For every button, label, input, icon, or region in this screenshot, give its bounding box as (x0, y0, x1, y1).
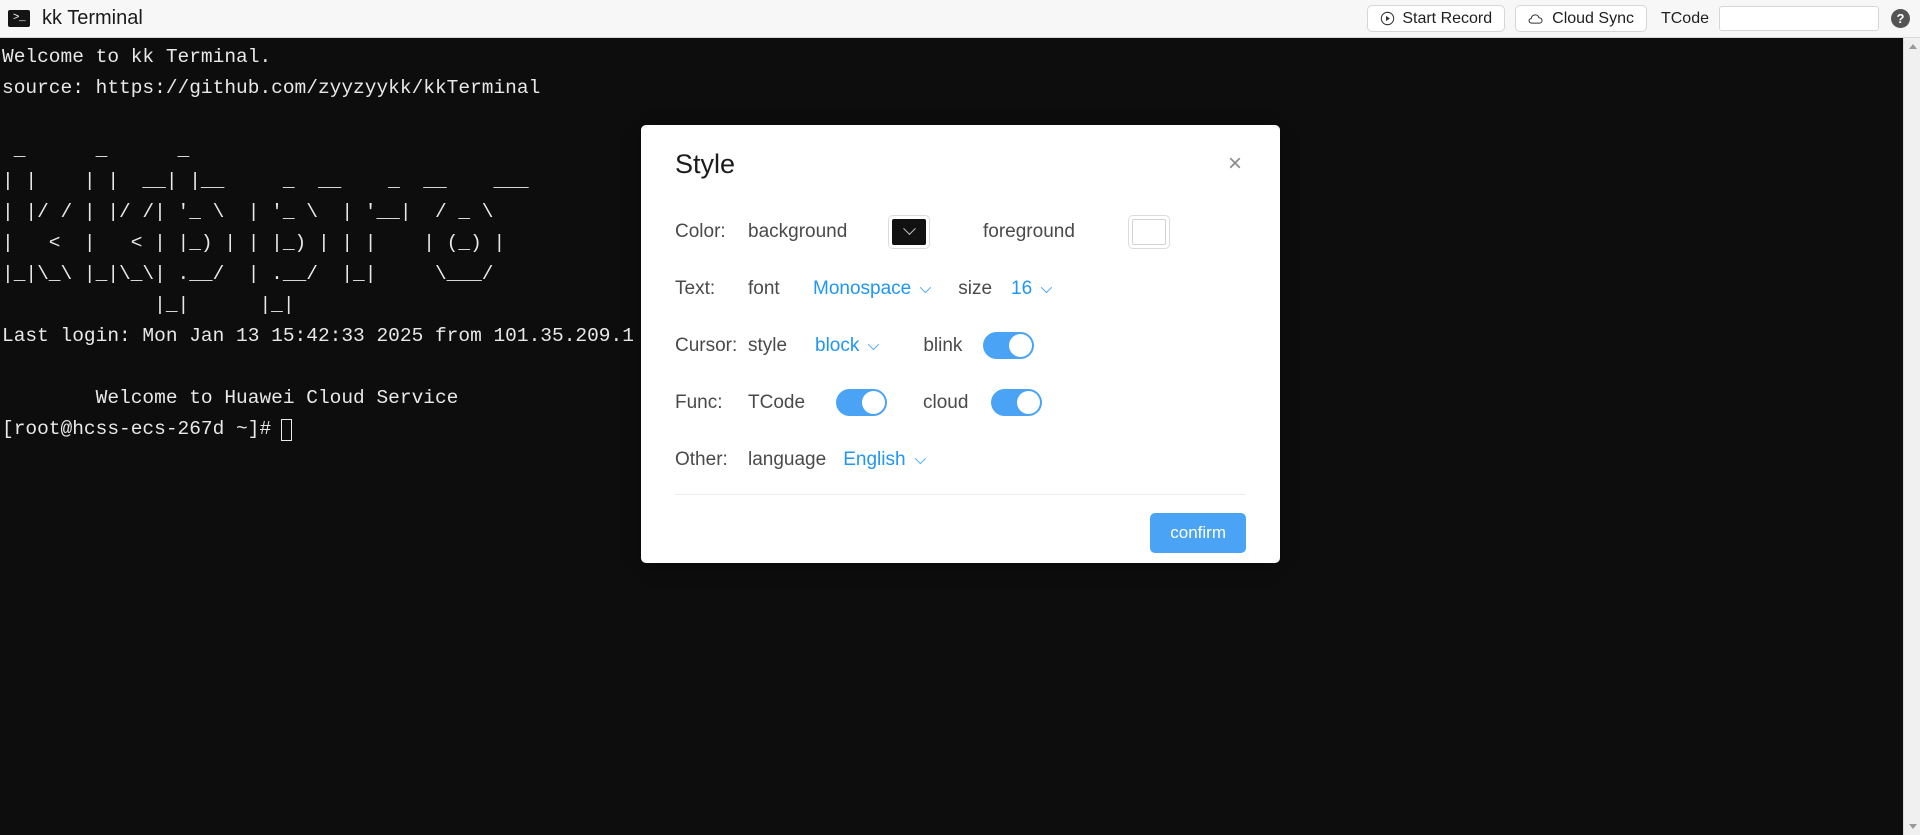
tcode-label: TCode (1660, 9, 1709, 27)
language-value: English (843, 448, 906, 470)
start-record-label: Start Record (1402, 9, 1493, 27)
language-label: language (748, 448, 827, 470)
language-dropdown[interactable]: English (843, 448, 926, 471)
row-label-text: Text: (675, 277, 716, 299)
start-record-button[interactable]: Start Record (1367, 5, 1506, 32)
scroll-down-arrow-icon[interactable] (1904, 818, 1920, 835)
cursor-style-label: style (748, 334, 788, 356)
title-bar: >_ kk Terminal Start Record Cloud Sync T… (0, 0, 1920, 38)
cloud-sync-label: Cloud Sync (1552, 9, 1634, 27)
help-icon[interactable]: ? (1891, 9, 1910, 28)
cursor-blink-label: blink (923, 334, 963, 356)
tcode-input[interactable] (1719, 6, 1879, 31)
toggle-knob (1017, 391, 1041, 414)
row-text: Text: font Monospace size 16 (675, 260, 1246, 317)
func-cloud-toggle[interactable] (991, 389, 1043, 416)
cursor-style-dropdown[interactable]: block (815, 334, 880, 357)
terminal-cursor (281, 418, 293, 441)
font-label: font (748, 277, 780, 299)
record-play-circle-icon (1380, 11, 1395, 26)
row-label-other: Other: (675, 448, 728, 470)
func-tcode-label: TCode (748, 391, 806, 413)
dialog-footer: confirm (675, 495, 1246, 571)
row-cursor: Cursor: style block blink (675, 317, 1246, 374)
confirm-button[interactable]: confirm (1150, 513, 1246, 553)
chevron-down-icon (919, 281, 932, 293)
dialog-header: Style × (675, 125, 1246, 203)
row-func: Func: TCode cloud (675, 374, 1246, 431)
chevron-down-icon (1040, 281, 1053, 293)
foreground-color-swatch[interactable] (1128, 214, 1170, 249)
app-title: kk Terminal (42, 7, 143, 29)
cursor-blink-toggle[interactable] (983, 332, 1035, 359)
font-value: Monospace (813, 277, 912, 299)
size-dropdown[interactable]: 16 (1011, 277, 1053, 300)
close-icon[interactable]: × (1224, 150, 1246, 178)
dialog-title: Style (675, 148, 736, 179)
size-value: 16 (1011, 277, 1033, 299)
terminal-prompt-icon: >_ (8, 10, 30, 27)
style-settings-dialog: Style × Color: background foreground Tex… (641, 125, 1280, 563)
background-color-swatch[interactable] (888, 214, 930, 249)
background-color-value (892, 218, 926, 245)
scroll-up-arrow-icon[interactable] (1904, 38, 1920, 55)
size-label: size (958, 277, 993, 299)
chevron-down-icon (902, 222, 916, 236)
row-label-cursor: Cursor: (675, 334, 738, 356)
background-label: background (748, 220, 848, 242)
toggle-knob (862, 391, 885, 414)
font-dropdown[interactable]: Monospace (813, 277, 932, 300)
foreground-label: foreground (983, 220, 1075, 242)
func-cloud-label: cloud (923, 391, 969, 413)
terminal-scrollbar[interactable] (1903, 38, 1920, 835)
cloud-sync-button[interactable]: Cloud Sync (1515, 5, 1647, 32)
row-label-color: Color: (675, 220, 726, 242)
cloud-icon (1528, 12, 1545, 25)
chevron-down-icon (914, 452, 926, 464)
terminal-prompt: [root@hcss-ecs-267d ~]# (2, 418, 272, 440)
func-tcode-toggle[interactable] (836, 389, 887, 416)
foreground-color-value (1132, 218, 1166, 245)
toggle-knob (1009, 334, 1033, 357)
row-label-func: Func: (675, 391, 723, 413)
cursor-style-value: block (815, 334, 860, 356)
row-color: Color: background foreground (675, 203, 1246, 260)
chevron-down-icon (868, 338, 880, 350)
dialog-body: Color: background foreground Text: font … (675, 203, 1246, 488)
row-other: Other: language English (675, 431, 1246, 488)
